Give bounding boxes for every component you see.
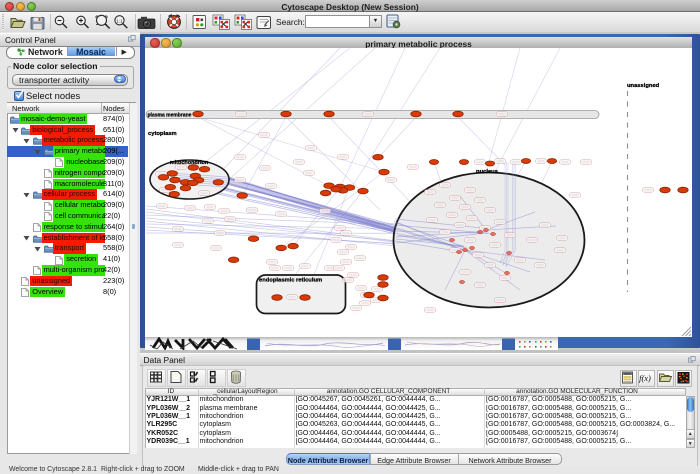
svg-text:nucleus: nucleus: [476, 169, 498, 175]
svg-text:plasma membrane: plasma membrane: [148, 112, 192, 118]
svg-text:endoplasmic reticulum: endoplasmic reticulum: [259, 278, 322, 284]
svg-text:unassigned: unassigned: [627, 83, 660, 89]
svg-text:1:1: 1:1: [116, 18, 123, 23]
svg-text:cytoplasm: cytoplasm: [148, 131, 177, 137]
svg-text:f(x): f(x): [639, 373, 651, 383]
